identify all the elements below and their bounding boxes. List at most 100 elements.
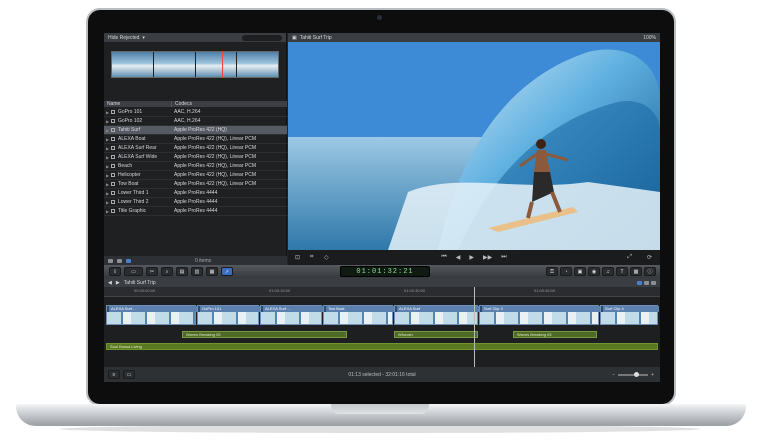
previous-edit-icon[interactable]: ⏮ (441, 254, 446, 261)
media-import-button[interactable]: ⇩ (109, 267, 121, 276)
camera-browser-icon[interactable]: ◉ (588, 267, 600, 276)
insert-clip-button[interactable]: ▥ (191, 267, 203, 276)
disclosure-triangle-icon[interactable]: ▶ (104, 146, 111, 151)
column-headers: Name Codecs (104, 101, 287, 107)
disclosure-triangle-icon[interactable]: ▶ (104, 110, 111, 115)
photo-icon[interactable]: ▣ (574, 267, 586, 276)
column-name[interactable]: Name (104, 101, 172, 107)
toolbar-right: ⚿ ◔ ▣ ◉ ♫ T ▩ ⓘ (546, 267, 656, 276)
clip-name: GoPro 101 (118, 109, 143, 115)
clip-thumbnails (480, 312, 598, 324)
list-item[interactable]: ▶ GoPro 102 AAC, H.264 (104, 117, 287, 126)
clip-icon (111, 155, 115, 159)
clip-codec: Apple ProRes 422 (HQ) (174, 127, 227, 133)
filmstrip-view-icon[interactable] (117, 258, 122, 263)
inspector-icon[interactable]: ⓘ (644, 267, 656, 276)
list-item[interactable]: ▶ ALEXA Surf Rear Apple ProRes 422 (HQ), L… (104, 144, 287, 153)
distort-icon[interactable]: ◇ (324, 254, 329, 261)
loop-icon[interactable]: ⟳ (647, 254, 652, 261)
keyword-icon[interactable]: ⚿ (546, 267, 558, 276)
list-item[interactable]: ▶ Beach Apple ProRes 422 (HQ), Linear PCM (104, 162, 287, 171)
enhance-icon[interactable]: ◔ (560, 267, 572, 276)
rewind-icon[interactable]: ◀ (456, 254, 461, 261)
append-clip-button[interactable]: ▦ (206, 267, 218, 276)
action-gear-icon[interactable] (108, 258, 113, 263)
video-clip[interactable]: GoPro 101 (197, 305, 260, 325)
audio-skimming-icon[interactable] (644, 280, 649, 285)
video-clip[interactable]: ALEXA Surf (394, 305, 479, 325)
timeline-area[interactable]: ALEXA Surf ... GoPro 101 ALEXA Surf ... … (104, 297, 660, 367)
audio-clip[interactable]: Waves Breaking 03 (182, 331, 347, 338)
disclosure-triangle-icon[interactable]: ▶ (104, 191, 111, 196)
transform-icon[interactable]: ⊡ (295, 254, 300, 261)
list-item[interactable]: ▶ Helicopter Apple ProRes 422 (HQ), Linear… (104, 171, 287, 180)
list-view-icon[interactable] (126, 258, 131, 263)
video-clip[interactable]: Tow Boat (323, 305, 394, 325)
zoom-in-icon[interactable]: + (651, 372, 654, 378)
list-item[interactable]: ▶ ALEXA Boat Apple ProRes 422 (HQ), Linear… (104, 135, 287, 144)
next-edit-icon[interactable]: ⏭ (501, 254, 506, 261)
generator-icon[interactable]: ▩ (630, 267, 642, 276)
viewer-controls: ⊡ ⌗ ◇ ⏮ ◀ ▶ ▶▶ ⏭ ⤢ ⟳ (288, 250, 660, 265)
select-tool-button[interactable]: ➚ (221, 267, 233, 276)
chevron-down-icon[interactable]: ▾ (142, 35, 145, 41)
music-clip[interactable]: Soul Bossa Living (106, 343, 658, 350)
connect-clip-button[interactable]: ▤ (176, 267, 188, 276)
clip-appearance-button[interactable]: ▭ (124, 267, 143, 276)
clip-thumbnails (107, 312, 195, 324)
skimmer-playhead[interactable] (222, 51, 223, 78)
search-icon[interactable]: ⌕ (161, 267, 173, 276)
list-item[interactable]: ▶ GoPro 101 AAC, H.264 (104, 108, 287, 117)
filter-dropdown[interactable]: Hide Rejected (108, 35, 139, 41)
list-item[interactable]: ▶ Lower Third 2 Apple ProRes 4444 (104, 198, 287, 207)
list-item[interactable]: ▶ Lower Third 1 Apple ProRes 4444 (104, 189, 287, 198)
timeline-playhead[interactable] (474, 287, 475, 367)
disclosure-triangle-icon[interactable]: ▶ (104, 164, 111, 169)
music-icon[interactable]: ♫ (602, 267, 614, 276)
index-button[interactable]: ≡ (108, 370, 120, 379)
disclosure-triangle-icon[interactable]: ▶ (104, 137, 111, 142)
project-icon: ▣ (292, 34, 297, 41)
filmstrip[interactable] (111, 51, 279, 78)
list-item[interactable]: ▶ Tow Boat Apple ProRes 422 (HQ), Linear P… (104, 180, 287, 189)
list-item[interactable]: ▶ ALEXA Surf Wide Apple ProRes 422 (HQ), L… (104, 153, 287, 162)
disclosure-triangle-icon[interactable]: ▶ (104, 209, 111, 214)
audio-clip[interactable]: Whoosh (394, 331, 478, 338)
play-icon[interactable]: ▶ (469, 254, 474, 261)
list-item[interactable]: ▶ Title Graphic Apple ProRes 4444 (104, 207, 287, 216)
zoom-level[interactable]: 100% (643, 35, 656, 41)
disclosure-triangle-icon[interactable]: ▶ (104, 173, 111, 178)
fullscreen-icon[interactable]: ⤢ (627, 254, 632, 261)
video-clip[interactable]: Surf Clip 3 (479, 305, 600, 325)
column-codecs[interactable]: Codecs (172, 101, 192, 107)
video-clip[interactable]: ALEXA Surf ... (106, 305, 197, 325)
forward-icon[interactable]: ▶▶ (483, 254, 492, 261)
video-clip[interactable]: ALEXA Surf ... (260, 305, 323, 325)
disclosure-triangle-icon[interactable]: ▶ (104, 200, 111, 205)
list-item[interactable]: ▶ Tahiti Surf Apple ProRes 422 (HQ) (104, 126, 287, 135)
zoom-slider[interactable] (618, 371, 649, 377)
disclosure-triangle-icon[interactable]: ▶ (104, 119, 111, 124)
back-arrow-icon[interactable]: ◀ (108, 280, 112, 286)
title-icon[interactable]: T (616, 267, 628, 276)
audio-clip[interactable]: Waves Breaking 03 (513, 331, 597, 338)
search-field[interactable] (242, 34, 282, 41)
blade-button[interactable]: ✂ (146, 267, 158, 276)
timeline-index-icon[interactable]: ▭ (123, 370, 135, 379)
video-clip[interactable]: Surf Clip 4 (600, 305, 659, 325)
time-ruler[interactable]: 00:00:00:00 01:00:15:00 01:00:30:00 01:0… (104, 287, 660, 297)
disclosure-triangle-icon[interactable]: ▶ (104, 128, 111, 133)
zoom-out-icon[interactable]: − (612, 372, 615, 378)
solo-icon[interactable] (651, 280, 656, 285)
snapping-icon[interactable] (637, 280, 642, 285)
forward-arrow-icon[interactable]: ▶ (116, 280, 120, 286)
dashboard-timecode[interactable]: 01:01:32:21 (340, 266, 430, 277)
selection-summary: 01:13 selected - 32:01:16 total (348, 371, 416, 378)
crop-icon[interactable]: ⌗ (310, 254, 313, 261)
clip-icon (111, 164, 115, 168)
disclosure-triangle-icon[interactable]: ▶ (104, 182, 111, 187)
browser-header: Hide Rejected ▾ (104, 33, 286, 42)
zoom-slider-knob[interactable] (634, 371, 640, 377)
timeline-header: ◀ ▶ Tahiti Surf Trip (104, 278, 660, 287)
disclosure-triangle-icon[interactable]: ▶ (104, 155, 111, 160)
